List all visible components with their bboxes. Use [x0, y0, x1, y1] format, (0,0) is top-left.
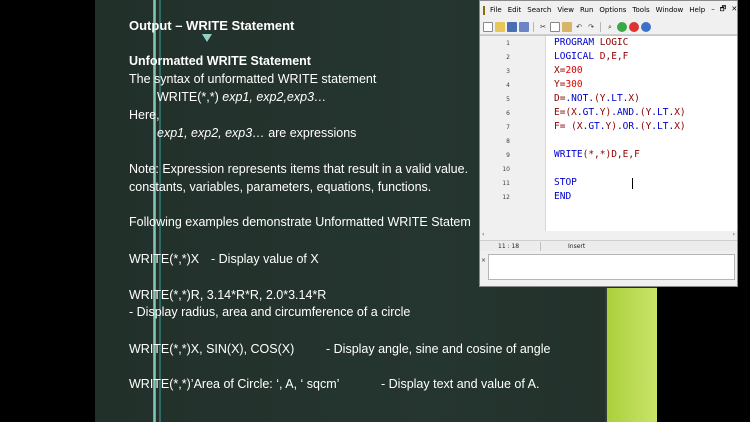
syntax-args: exp1, exp2,exp3…: [222, 90, 327, 104]
line-number: 12: [502, 194, 510, 201]
open-icon[interactable]: [495, 21, 505, 32]
line-number: 6: [506, 110, 510, 117]
example-4-desc: - Display text and value of A.: [381, 377, 540, 391]
cursor-position: 11 : 18: [498, 243, 520, 250]
line-number: 5: [506, 96, 510, 103]
slide-title: Output – WRITE Statement: [129, 18, 295, 33]
here-label: Here,: [129, 108, 160, 122]
code-text: X=: [554, 65, 566, 76]
expression-line: exp1, exp2, exp3… are expressions: [157, 126, 356, 140]
menu-bar: File Edit Search View Run Options Tools …: [480, 1, 737, 19]
expression-list: exp1, exp2, exp3…: [157, 126, 265, 140]
scroll-left-icon[interactable]: ‹: [482, 231, 484, 238]
code-line-2: LOGICAL D,E,F: [554, 51, 629, 62]
toolbar: ✂ ↶ ↷ ⌕: [480, 19, 737, 35]
insert-mode: Insert: [568, 243, 586, 250]
pointer-triangle-icon: [202, 34, 212, 42]
toolbar-separator: [533, 21, 534, 32]
code-editor[interactable]: 1 2 3 4 5 6 7 8 9 10 11 12 PROGRAM LOGIC…: [480, 35, 737, 232]
menu-edit[interactable]: Edit: [508, 6, 522, 14]
syntax-intro: The syntax of unformatted WRITE statemen…: [129, 72, 377, 86]
example-1-code: WRITE(*,*)X: [129, 252, 200, 266]
new-file-icon[interactable]: [483, 21, 493, 32]
menu-file[interactable]: File: [490, 6, 502, 14]
copy-icon[interactable]: [550, 21, 560, 32]
horizontal-scrollbar[interactable]: ‹ ›: [480, 231, 737, 240]
restore-icon[interactable]: 🗗: [720, 5, 727, 16]
code-line-9: WRITE(*,*)D,E,F: [554, 149, 640, 160]
line-number: 10: [502, 166, 510, 173]
example-2-desc: - Display radius, area and circumference…: [129, 305, 411, 319]
save-icon[interactable]: [507, 21, 517, 32]
expression-desc: are expressions: [264, 126, 357, 140]
line-number: 3: [506, 68, 510, 75]
line-number: 7: [506, 124, 510, 131]
slide-decoration-strip: [605, 288, 607, 422]
run-icon[interactable]: [617, 21, 627, 32]
undo-icon[interactable]: ↶: [574, 22, 584, 32]
code-line-11: STOP: [554, 177, 577, 188]
toolbar-separator-2: [600, 21, 601, 32]
syntax-line: WRITE(*,*) exp1, exp2,exp3…: [157, 90, 327, 104]
close-icon[interactable]: ✕: [731, 5, 737, 16]
examples-intro: Following examples demonstrate Unformatt…: [129, 215, 471, 229]
line-number-gutter: [480, 36, 546, 232]
code-number: 300: [565, 79, 583, 90]
code-line-1: PROGRAM LOGIC: [554, 37, 629, 48]
code-line-3: X=200: [554, 65, 583, 76]
note-line-2: constants, variables, parameters, equati…: [129, 180, 432, 194]
code-line-5: D=.NOT.(Y.LT.X): [554, 93, 640, 104]
example-3-desc: - Display angle, sine and cosine of angl…: [326, 342, 551, 356]
menu-run[interactable]: Run: [580, 6, 593, 14]
syntax-call: WRITE(*,*): [157, 90, 223, 104]
menu-options[interactable]: Options: [599, 6, 626, 14]
menu-help[interactable]: Help: [689, 6, 705, 14]
text-caret: [632, 178, 633, 189]
example-1-desc: - Display value of X: [211, 252, 319, 266]
app-icon: [483, 5, 485, 15]
minimize-icon[interactable]: –: [711, 5, 715, 16]
status-bar: 11 : 18 Insert: [480, 240, 737, 251]
example-3-code: WRITE(*,*)X, SIN(X), COS(X): [129, 342, 295, 356]
paste-icon[interactable]: [562, 21, 572, 32]
compile-icon[interactable]: [641, 21, 651, 32]
line-number: 4: [506, 82, 510, 89]
menu-view[interactable]: View: [557, 6, 574, 14]
line-number: 2: [506, 54, 510, 61]
code-line-7: F= (X.GT.Y).OR.(Y.LT.X): [554, 121, 686, 132]
code-line-4: Y=300: [554, 79, 583, 90]
code-text: Y=: [554, 79, 566, 90]
example-2-code: WRITE(*,*)R, 3.14*R*R, 2.0*3.14*R: [129, 288, 327, 302]
fortran-editor-window: File Edit Search View Run Options Tools …: [479, 0, 738, 287]
stop-icon[interactable]: [629, 21, 639, 32]
save-all-icon[interactable]: [519, 21, 529, 32]
output-close-icon[interactable]: ×: [481, 257, 486, 264]
line-number: 11: [502, 180, 510, 187]
slide-green-decoration: [605, 288, 657, 422]
redo-icon[interactable]: ↷: [586, 22, 596, 32]
menu-search[interactable]: Search: [527, 6, 551, 14]
scroll-right-icon[interactable]: ›: [733, 231, 735, 238]
code-line-6: E=(X.GT.Y).AND.(Y.LT.X): [554, 107, 686, 118]
code-number: 200: [565, 65, 583, 76]
code-line-12: END: [554, 191, 572, 202]
line-number: 1: [506, 40, 510, 47]
example-4-code: WRITE(*,*)’Area of Circle: ‘, A, ‘ sqcm’: [129, 377, 340, 391]
note-line-1: Note: Expression represents items that r…: [129, 162, 469, 176]
output-pane[interactable]: [488, 254, 735, 280]
line-number: 9: [506, 152, 510, 159]
menu-window[interactable]: Window: [656, 6, 684, 14]
line-number: 8: [506, 138, 510, 145]
cut-icon[interactable]: ✂: [538, 22, 548, 32]
menu-tools[interactable]: Tools: [632, 6, 649, 14]
slide-heading: Unformatted WRITE Statement: [129, 54, 311, 68]
status-divider: [540, 242, 541, 251]
find-icon[interactable]: ⌕: [605, 22, 615, 32]
